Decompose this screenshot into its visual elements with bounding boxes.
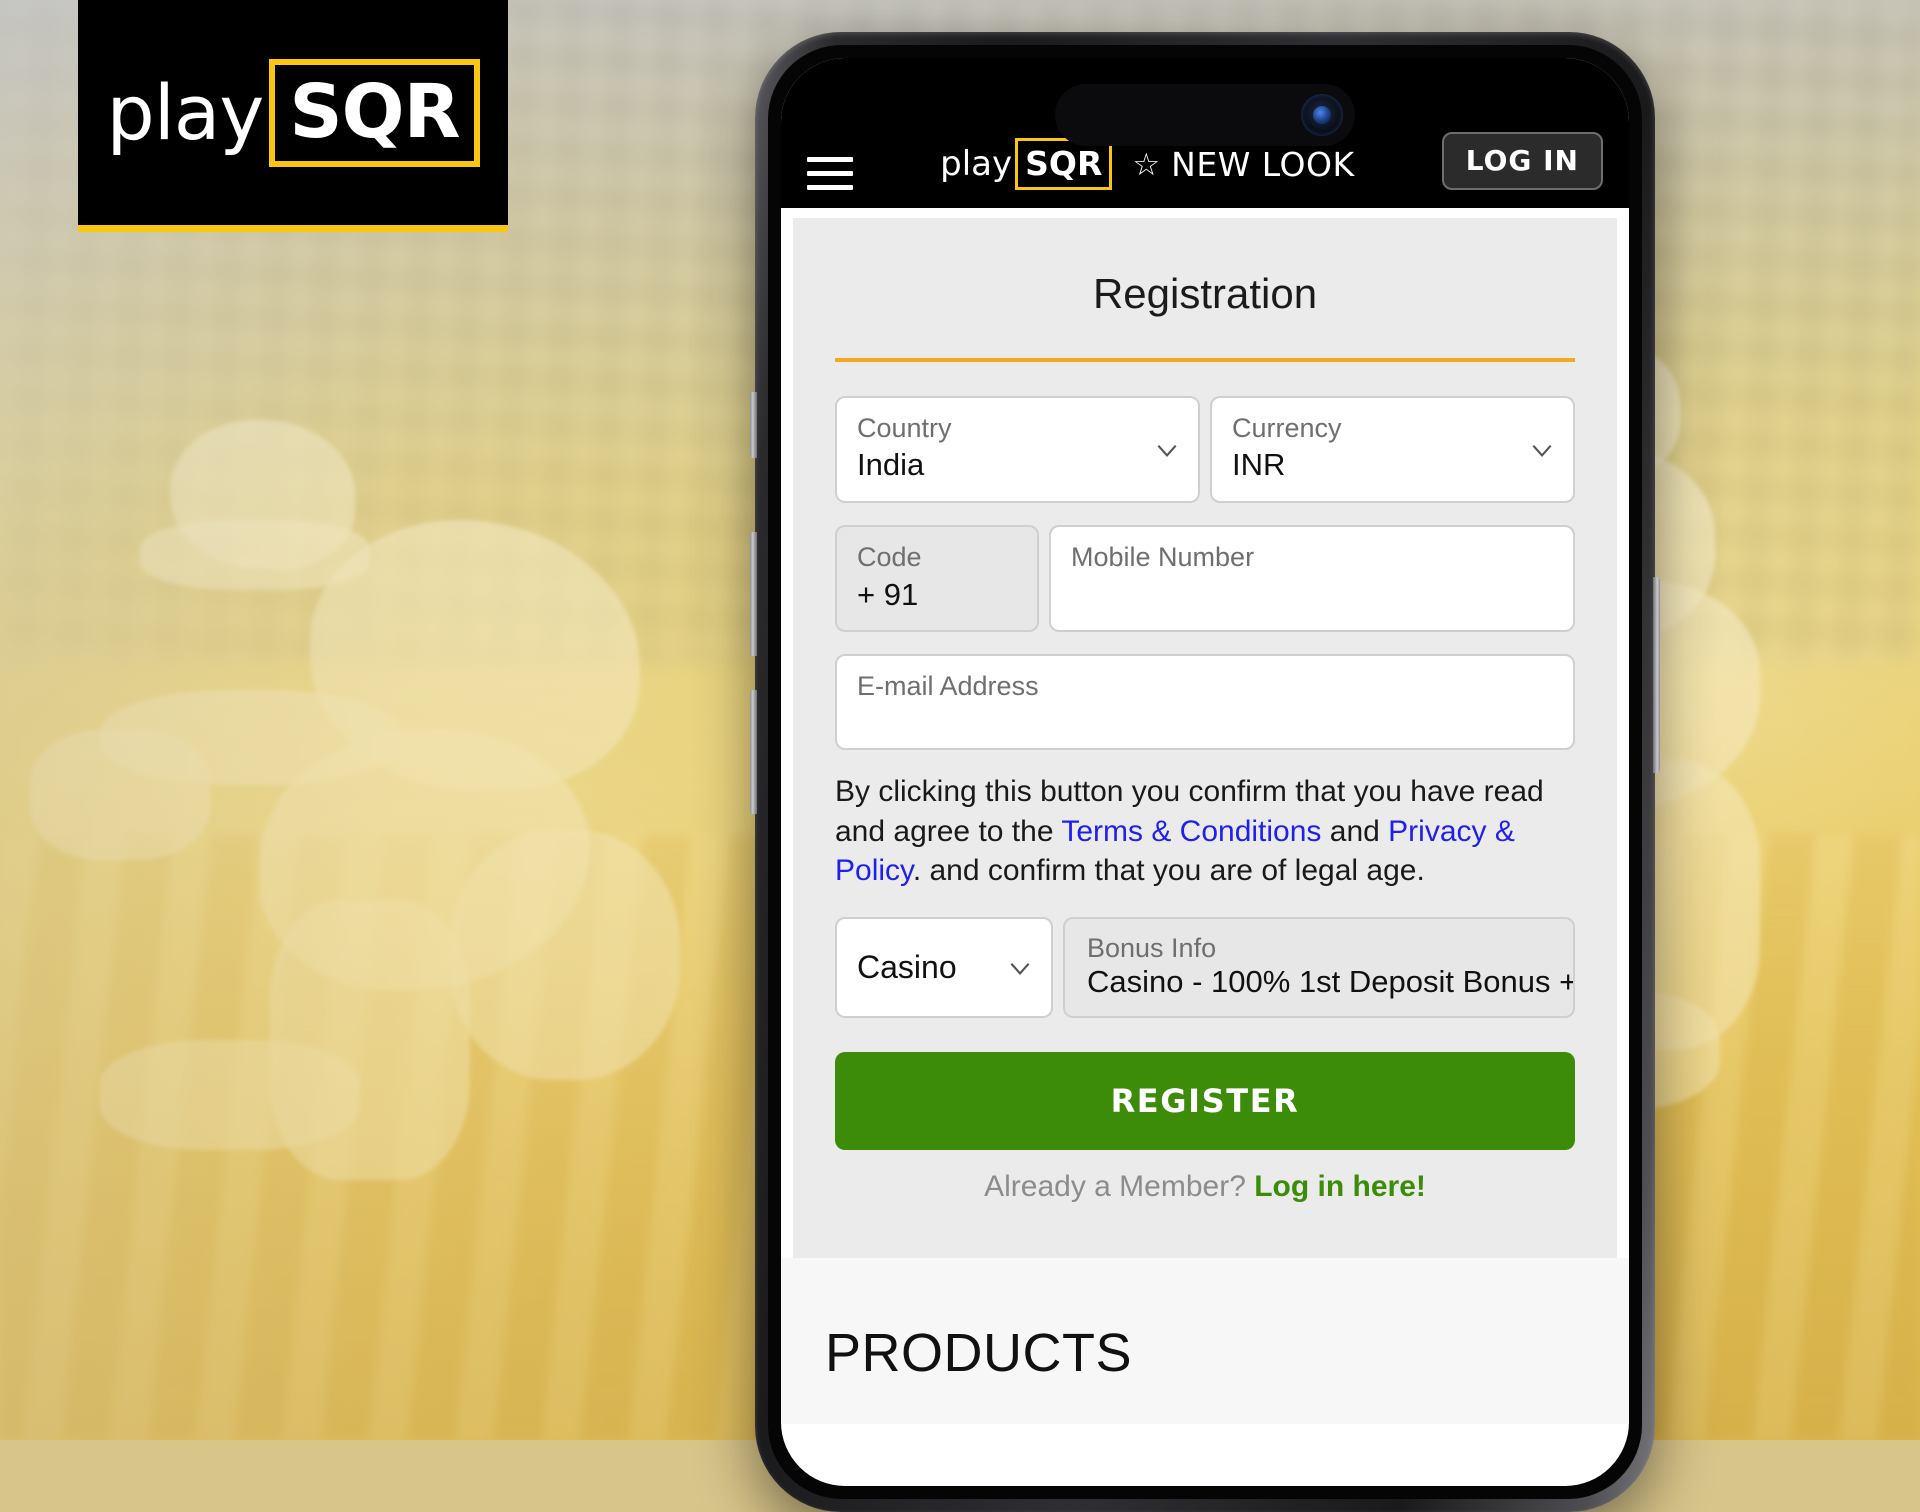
volume-up-button[interactable] xyxy=(750,532,757,656)
terms-tail: . and confirm that you are of legal age. xyxy=(912,854,1425,888)
country-select[interactable]: Country India xyxy=(835,396,1200,504)
currency-label: Currency xyxy=(1232,413,1342,443)
bonus-info-field[interactable]: Bonus Info Casino - 100% 1st Deposit Bon… xyxy=(1063,917,1575,1019)
already-member-text: Already a Member? xyxy=(984,1170,1246,1204)
new-look-link[interactable]: ☆ NEW LOOK xyxy=(1132,145,1354,184)
hamburger-icon[interactable] xyxy=(807,157,853,190)
country-code-field: Code + 91 xyxy=(835,525,1039,633)
products-section: PRODUCTS xyxy=(781,1258,1629,1424)
email-label: E-mail Address xyxy=(857,671,1039,702)
registration-form: Country India Currency INR Code + 91 Mob… xyxy=(793,362,1617,1204)
brand-logo-badge: play SQR xyxy=(78,0,508,232)
front-camera-icon xyxy=(1301,94,1343,136)
phone-mockup: play SQR ☆ NEW LOOK LOG IN Registration … xyxy=(750,32,1660,1512)
mobile-number-input[interactable]: Mobile Number xyxy=(1049,525,1575,633)
logo-sqr-text: SQR xyxy=(289,68,460,155)
login-button[interactable]: LOG IN xyxy=(1441,132,1603,190)
product-bonus-row: Casino Bonus Info Casino - 100% 1st Depo… xyxy=(835,917,1575,1019)
header-logo-play-text: play xyxy=(940,144,1013,184)
power-button[interactable] xyxy=(1653,577,1660,773)
email-input[interactable]: E-mail Address xyxy=(835,654,1575,751)
bonus-info-label: Bonus Info xyxy=(1087,933,1217,964)
logo-lockup: play SQR xyxy=(106,58,480,167)
star-icon: ☆ xyxy=(1132,146,1161,182)
dynamic-island xyxy=(1055,84,1355,146)
terms-and-conditions-link[interactable]: Terms & Conditions xyxy=(1061,815,1321,848)
chevron-down-icon xyxy=(1007,955,1033,981)
new-look-label: NEW LOOK xyxy=(1171,144,1355,184)
terms-mid: and xyxy=(1321,814,1389,848)
product-value: Casino xyxy=(857,949,957,986)
mobile-number-label: Mobile Number xyxy=(1071,542,1255,573)
email-row: E-mail Address xyxy=(835,654,1575,751)
country-value: India xyxy=(857,447,925,483)
bonus-info-value: Casino - 100% 1st Deposit Bonus + 50 xyxy=(1087,964,1575,1000)
registration-title: Registration xyxy=(835,218,1575,362)
header-logo-sqr-text: SQR xyxy=(1025,144,1103,183)
volume-down-button[interactable] xyxy=(750,690,757,814)
chevron-down-icon xyxy=(1529,437,1555,463)
code-value: + 91 xyxy=(857,576,919,612)
app-header: play SQR ☆ NEW LOOK LOG IN xyxy=(781,58,1629,208)
product-select[interactable]: Casino xyxy=(835,917,1053,1019)
code-label: Code xyxy=(857,542,922,573)
already-member-line: Already a Member? Log in here! xyxy=(835,1170,1575,1204)
phone-screen: play SQR ☆ NEW LOOK LOG IN Registration … xyxy=(781,58,1629,1486)
products-title: PRODUCTS xyxy=(825,1323,1133,1383)
code-mobile-row: Code + 91 Mobile Number xyxy=(835,525,1575,633)
silent-switch-button[interactable] xyxy=(750,392,757,458)
logo-play-text: play xyxy=(106,67,264,157)
registration-card: Registration Country India Currency INR xyxy=(793,218,1617,1258)
logo-sqr-box: SQR xyxy=(269,58,480,167)
terms-text: By clicking this button you confirm that… xyxy=(835,772,1575,891)
login-here-link[interactable]: Log in here! xyxy=(1254,1170,1426,1203)
currency-select[interactable]: Currency INR xyxy=(1210,396,1575,504)
register-button[interactable]: REGISTER xyxy=(835,1052,1575,1151)
country-label: Country xyxy=(857,413,952,443)
chevron-down-icon xyxy=(1154,437,1180,463)
currency-value: INR xyxy=(1232,447,1286,483)
country-currency-row: Country India Currency INR xyxy=(835,396,1575,504)
